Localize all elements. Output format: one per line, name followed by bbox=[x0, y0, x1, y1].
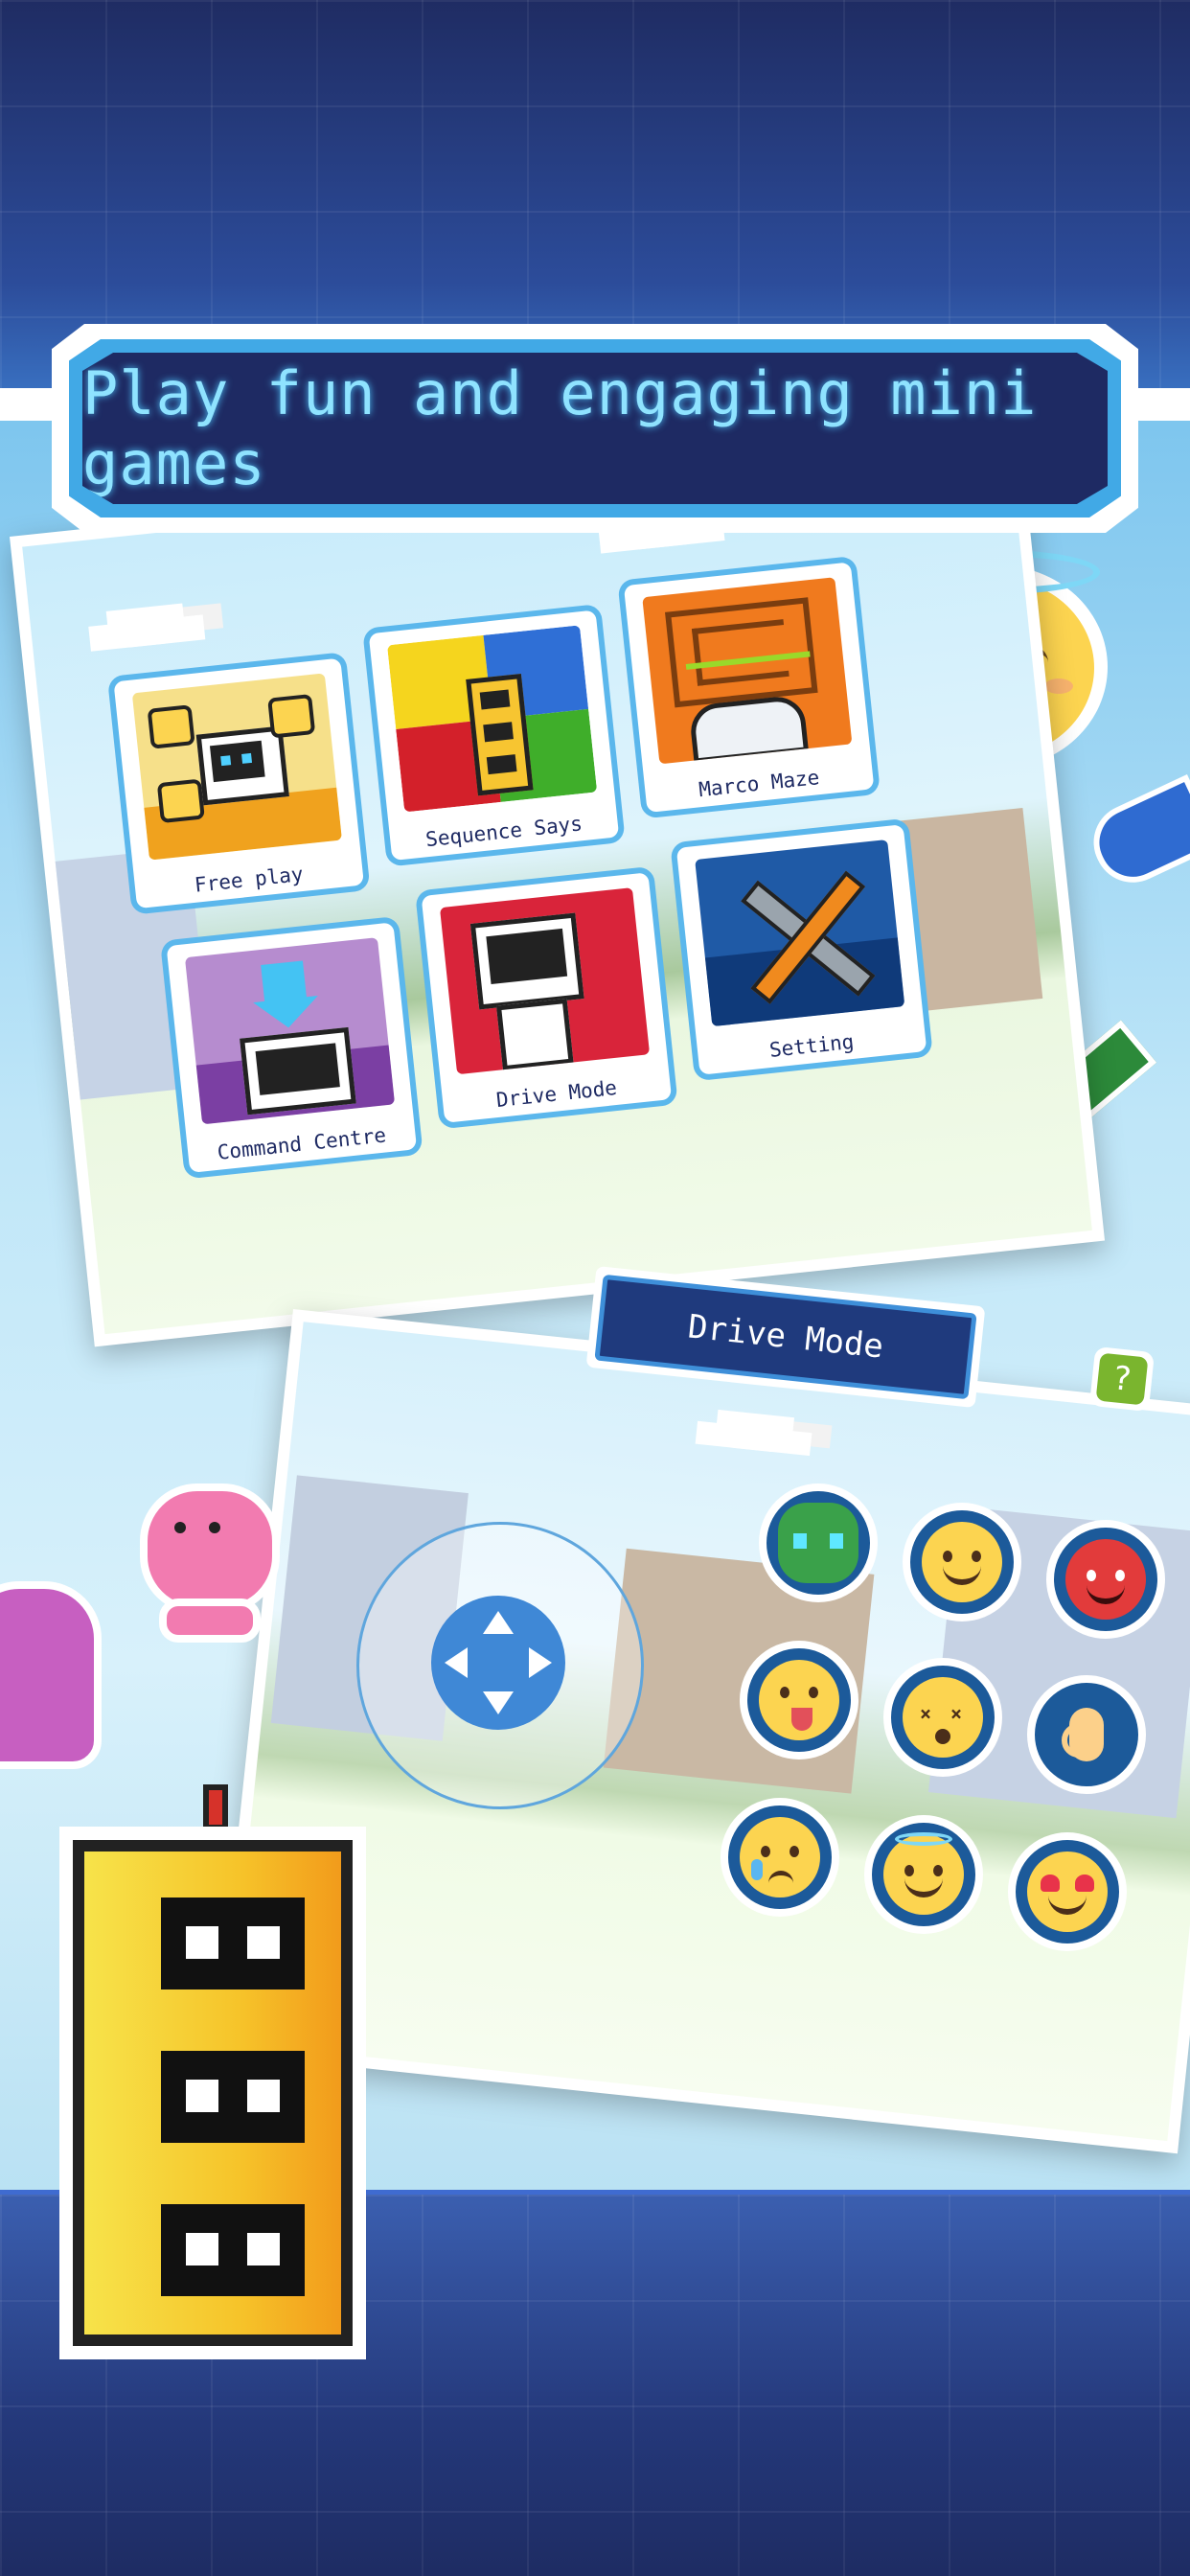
emoji-button-halo[interactable] bbox=[872, 1823, 975, 1926]
ghost-icon bbox=[688, 694, 809, 764]
emoji-button-devil[interactable] bbox=[1054, 1528, 1157, 1631]
devil-emoji-icon bbox=[1065, 1539, 1146, 1620]
tile-setting[interactable]: Setting bbox=[675, 824, 927, 1075]
heart-eyes-emoji-icon bbox=[1027, 1852, 1108, 1932]
emoji-button-blush[interactable] bbox=[910, 1510, 1014, 1614]
tile-label: Free play bbox=[193, 862, 305, 897]
banner: Play fun and engaging mini games bbox=[82, 353, 1108, 504]
arrow-right-icon bbox=[529, 1647, 552, 1678]
help-icon: ? bbox=[1095, 1352, 1149, 1406]
arrow-up-icon bbox=[483, 1611, 514, 1634]
tile-drive-mode[interactable]: Drive Mode bbox=[421, 872, 673, 1123]
emoji-button-tongue[interactable] bbox=[747, 1648, 851, 1752]
tile-free-play[interactable]: Free play bbox=[113, 657, 365, 909]
emoji-button-heart-eyes[interactable] bbox=[1016, 1840, 1119, 1944]
maze-icon bbox=[664, 597, 818, 708]
blush-emoji-icon bbox=[922, 1522, 1002, 1602]
robot-head-icon bbox=[240, 1026, 356, 1116]
emoji-button-robot[interactable] bbox=[767, 1491, 870, 1595]
tile-label: Command Centre bbox=[216, 1123, 388, 1164]
smiley-bubble-icon bbox=[147, 704, 195, 749]
crying-emoji-icon bbox=[740, 1817, 820, 1898]
emoji-button-ok-hand[interactable] bbox=[1035, 1683, 1138, 1786]
banner-title: Play fun and engaging mini games bbox=[82, 358, 1038, 498]
ok-hand-icon bbox=[1046, 1694, 1127, 1775]
tongue-out-emoji-icon bbox=[759, 1660, 839, 1740]
arrow-left-icon bbox=[445, 1647, 468, 1678]
halo-emoji-icon bbox=[883, 1832, 964, 1915]
tile-label: Drive Mode bbox=[494, 1075, 619, 1113]
smiley-bubble-icon bbox=[156, 778, 205, 824]
help-button[interactable]: ? bbox=[1088, 1346, 1156, 1413]
emoji-button-dizzy[interactable]: × × bbox=[891, 1666, 995, 1769]
poodle-sticker bbox=[140, 1484, 280, 1643]
tile-label: Sequence Says bbox=[424, 812, 584, 852]
tile-label: Setting bbox=[767, 1029, 856, 1062]
robot-icon bbox=[195, 725, 289, 806]
tile-marco-maze[interactable]: Marco Maze bbox=[623, 562, 875, 813]
arrow-down-icon bbox=[483, 1691, 514, 1714]
pixel-robot-sticker bbox=[21, 1784, 376, 2359]
running-robot-icon bbox=[469, 912, 584, 1010]
emoji-button-crying[interactable] bbox=[728, 1806, 832, 1909]
octopus-sticker bbox=[0, 1581, 102, 1769]
dizzy-emoji-icon: × × bbox=[903, 1677, 983, 1758]
tile-sequence-says[interactable]: Sequence Says bbox=[368, 610, 620, 862]
smiley-bubble-icon bbox=[267, 693, 316, 739]
tile-label: Marco Maze bbox=[698, 766, 821, 802]
tile-command-centre[interactable]: Command Centre bbox=[166, 922, 418, 1173]
robot-face-icon bbox=[778, 1503, 858, 1583]
joystick-knob[interactable] bbox=[431, 1596, 565, 1730]
menu-screenshot: Free play Sequence Says Marco Maze Comma… bbox=[10, 430, 1106, 1347]
